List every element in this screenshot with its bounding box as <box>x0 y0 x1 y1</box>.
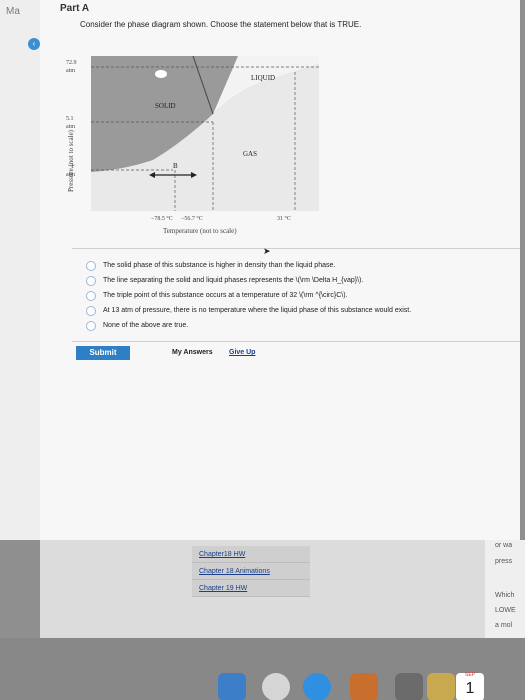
radio-button[interactable] <box>86 275 96 286</box>
x-tick: 31 °C <box>277 215 291 222</box>
point-b-label: B <box>173 162 178 170</box>
radio-button[interactable] <box>86 320 96 331</box>
radio-button[interactable] <box>86 305 96 316</box>
y-tick-unit: atm <box>66 68 75 74</box>
launchpad-icon[interactable] <box>262 673 290 700</box>
option-4[interactable]: At 13 atm of pressure, there is no tempe… <box>86 303 520 318</box>
question-text: Consider the phase diagram shown. Choose… <box>80 20 362 29</box>
submit-button[interactable]: Submit <box>76 346 130 360</box>
option-text: The triple point of this substance occur… <box>103 292 348 299</box>
phase-diagram-svg: LIQUID SOLID GAS B 72.9 atm 5.1 atm 1 at… <box>66 55 319 235</box>
liquid-label: LIQUID <box>251 74 275 82</box>
option-5[interactable]: None of the above are true. <box>86 318 520 333</box>
chapter-list: Chapter18 HW Chapter 18 Animations Chapt… <box>192 546 310 597</box>
calendar-day: 1 <box>465 680 475 697</box>
app-icon[interactable] <box>395 673 423 700</box>
notes-icon[interactable] <box>427 673 455 700</box>
chevron-left-icon[interactable]: ‹ <box>28 38 40 50</box>
radio-button[interactable] <box>86 260 96 271</box>
y-axis-label: Pressure (not to scale) <box>67 129 75 192</box>
right-panel: or wa press Which LOWE a mol <box>485 540 525 638</box>
calendar-month: SEP <box>464 672 475 678</box>
snippet-text: Which <box>495 592 515 599</box>
part-title: Part A <box>60 3 90 14</box>
x-tick: −78.5 °C <box>151 215 173 222</box>
critical-point-dot <box>155 70 167 78</box>
preview-icon[interactable] <box>350 673 378 700</box>
option-2[interactable]: The line separating the solid and liquid… <box>86 273 520 288</box>
divider <box>72 341 520 342</box>
y-tick-value: 5.1 <box>66 116 74 122</box>
radio-button[interactable] <box>86 290 96 301</box>
give-up-link[interactable]: Give Up <box>229 349 255 356</box>
left-gutter <box>0 0 40 540</box>
snippet-text: or wa <box>495 542 513 549</box>
answer-options: The solid phase of this substance is hig… <box>86 258 520 333</box>
chapter-link[interactable]: Chapter 19 HW <box>192 580 310 597</box>
mouse-cursor-icon: ➤ <box>263 246 271 256</box>
x-axis-label: Temperature (not to scale) <box>163 227 237 235</box>
snippet-text: a mol <box>495 622 513 629</box>
option-text: The solid phase of this substance is hig… <box>103 262 336 269</box>
option-1[interactable]: The solid phase of this substance is hig… <box>86 258 520 273</box>
chapter-link[interactable]: Chapter 18 Animations <box>192 563 310 580</box>
chapter-link[interactable]: Chapter18 HW <box>192 546 310 563</box>
snippet-text: press <box>495 558 513 565</box>
my-answers-label: My Answers <box>172 349 213 356</box>
sidebar-label: Ma <box>6 6 20 17</box>
x-tick: −56.7 °C <box>181 215 203 222</box>
phase-diagram: LIQUID SOLID GAS B 72.9 atm 5.1 atm 1 at… <box>63 42 323 242</box>
divider <box>72 248 520 249</box>
snippet-text: LOWE <box>495 607 516 614</box>
y-tick-value: 72.9 <box>66 60 77 66</box>
option-text: None of the above are true. <box>103 322 189 329</box>
solid-label: SOLID <box>155 102 176 110</box>
y-tick-unit: atm <box>66 124 75 130</box>
option-text: The line separating the solid and liquid… <box>103 277 364 284</box>
gas-label: GAS <box>243 150 257 158</box>
option-text: At 13 atm of pressure, there is no tempe… <box>103 307 412 314</box>
safari-icon[interactable] <box>303 673 331 700</box>
option-3[interactable]: The triple point of this substance occur… <box>86 288 520 303</box>
finder-icon[interactable] <box>218 673 246 700</box>
